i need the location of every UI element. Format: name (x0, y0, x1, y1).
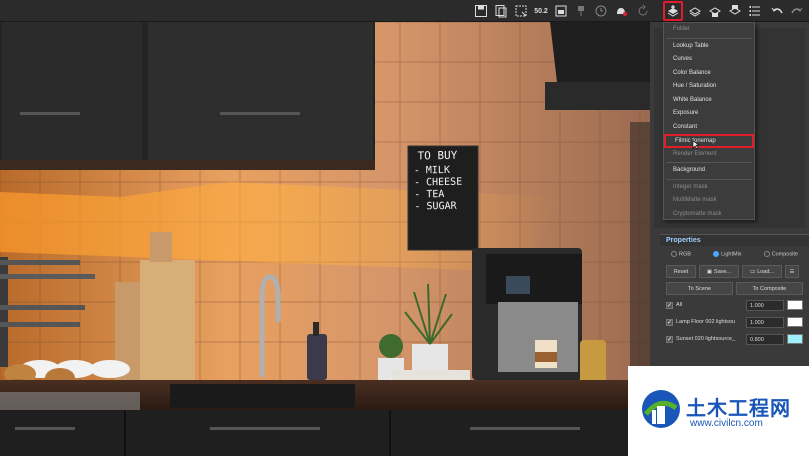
list-icon[interactable] (746, 2, 764, 20)
properties-panel: Properties RGB LightMix Composite Reset … (660, 234, 809, 374)
light-intensity-field[interactable]: 0.800 (746, 333, 784, 345)
mouse-cursor-icon (692, 140, 700, 150)
light-name: Sunset 020 lightsource_ (676, 336, 736, 343)
menu-item-curves[interactable]: Curves (664, 53, 754, 67)
light-color-swatch[interactable] (787, 334, 803, 345)
mode-lightmix-label: LightMix (721, 251, 742, 258)
reset-button[interactable]: Reset (666, 265, 696, 279)
load-button[interactable]: ▭ Load... (742, 265, 782, 279)
menu-item-color-balance[interactable]: Color Balance (664, 67, 754, 81)
properties-title: Properties (660, 234, 809, 246)
light-intensity-field[interactable]: 1.000 (746, 316, 784, 328)
menu-item-render-element[interactable]: Render Element (664, 148, 754, 162)
menu-item-multimatte-mask[interactable]: MultiMatte mask (664, 194, 754, 208)
menu-item-lookup-table[interactable]: Lookup Table (664, 40, 754, 54)
save-button[interactable]: ▣ Save... (699, 265, 739, 279)
menu-item-constant[interactable]: Constant (664, 121, 754, 135)
chalkboard-item: - SUGAR (414, 200, 457, 213)
render-teapot-icon[interactable] (612, 2, 630, 20)
menu-item-white-balance[interactable]: White Balance (664, 94, 754, 108)
to-composite-button[interactable]: To Composite (736, 282, 803, 296)
light-color-swatch[interactable] (787, 317, 803, 328)
light-row: ✓ Sunset 020 lightsource_ 0.800 (666, 332, 803, 346)
load-button-label: Load... (757, 268, 775, 275)
kitchen-render-image (0, 22, 650, 456)
chalkboard-title: TO BUY (417, 148, 458, 163)
layer-icon[interactable] (686, 2, 704, 20)
copy-image-icon[interactable] (492, 2, 510, 20)
reset-icon[interactable] (634, 2, 652, 20)
mode-composite-label: Composite (771, 251, 798, 258)
mode-radio-group: RGB LightMix Composite (660, 251, 809, 257)
render-viewport: TO BUY - MILK - CHEESE - TEA - SUGAR (0, 22, 650, 456)
watermark-url: www.civilcn.com (690, 418, 763, 429)
menu-separator (666, 178, 752, 180)
load-layers-icon[interactable] (726, 2, 744, 20)
light-checkbox[interactable]: ✓ (666, 301, 673, 309)
light-checkbox[interactable]: ✓ (666, 335, 673, 343)
light-checkbox[interactable]: ✓ (666, 318, 673, 326)
watermark-brand: 土木工程网 (686, 396, 791, 420)
watermark: 土木工程网 www.civilcn.com (628, 366, 809, 456)
chalkboard-text: TO BUY - MILK - CHEESE - TEA - SUGAR (409, 149, 476, 213)
watermark-logo-icon (642, 390, 680, 428)
save-layers-icon[interactable] (706, 2, 724, 20)
pin-icon[interactable] (572, 2, 590, 20)
options-icon[interactable]: ☰ (785, 265, 799, 279)
mode-lightmix[interactable]: LightMix (713, 251, 742, 258)
light-color-swatch[interactable] (787, 300, 803, 311)
to-scene-button[interactable]: To Scene (666, 282, 733, 296)
bit-depth-icon[interactable]: 50.2 (532, 2, 550, 20)
folder-icon: ▭ (749, 268, 756, 275)
menu-separator (666, 37, 752, 39)
mode-rgb[interactable]: RGB (671, 251, 691, 257)
light-intensity-field[interactable]: 1.000 (746, 299, 784, 311)
vfb-toolbar: 50.2 (0, 0, 809, 22)
mode-rgb-label: RGB (679, 251, 691, 258)
vfb-window: TO BUY - MILK - CHEESE - TEA - SUGAR 50.… (0, 0, 809, 456)
undo-icon[interactable] (768, 2, 786, 20)
menu-item-hue-saturation[interactable]: Hue / Saturation (664, 80, 754, 94)
mode-composite[interactable]: Composite (763, 251, 798, 258)
add-layer-menu: Folder Lookup Table Curves Color Balance… (663, 22, 755, 220)
menu-item-exposure[interactable]: Exposure (664, 107, 754, 121)
light-name: All (676, 302, 683, 309)
add-layer-icon[interactable] (663, 1, 683, 21)
menu-item-background[interactable]: Background (664, 164, 754, 178)
menu-item-cryptomatte-mask[interactable]: Cryptomatte mask (664, 208, 754, 222)
region-render-icon[interactable] (512, 2, 530, 20)
redo-icon[interactable] (788, 2, 806, 20)
menu-item-integer-mask[interactable]: Integer mask (664, 181, 754, 195)
save-button-label: Save... (714, 268, 732, 275)
view-icon[interactable] (552, 2, 570, 20)
menu-item-folder[interactable]: Folder (664, 23, 754, 37)
light-row: ✓ Lamp Floor 002 lightsou 1.000 (666, 315, 803, 329)
menu-item-filmic-tonemap[interactable]: Filmic tonemap (664, 134, 754, 148)
history-icon[interactable] (592, 2, 610, 20)
light-name: Lamp Floor 002 lightsou (676, 319, 736, 326)
light-row: ✓ All 1.000 (666, 298, 803, 312)
save-icon: ▣ (706, 268, 713, 275)
menu-separator (666, 162, 752, 163)
save-image-icon[interactable] (472, 2, 490, 20)
